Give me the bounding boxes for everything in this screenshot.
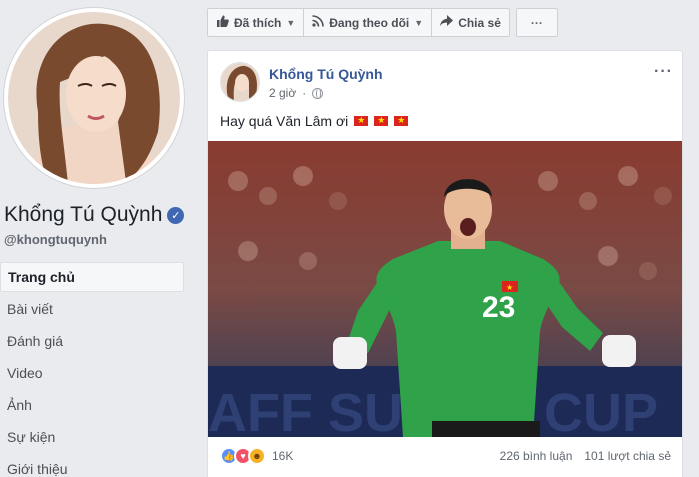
caret-down-icon: ▼ — [414, 17, 424, 28]
nav-item-posts[interactable]: Bài viết — [0, 294, 184, 326]
more-options-button[interactable]: ··· — [515, 8, 558, 37]
nav-item-about[interactable]: Giới thiệu — [0, 454, 184, 477]
jersey-number: 23 — [482, 291, 515, 324]
avatar — [8, 12, 180, 184]
following-button[interactable]: Đang theo dõi ▼ — [304, 8, 433, 37]
post-photo[interactable]: AFF SUZUKI CUP 23 ★ — [208, 141, 682, 437]
dot-separator: · — [302, 86, 307, 100]
vietnam-flag-icon — [354, 113, 369, 127]
share-count[interactable]: 101 lượt chia sẻ — [584, 449, 671, 463]
page-name-text: Khổng Tú Quỳnh — [4, 203, 163, 226]
post-timestamp[interactable]: 2 giờ — [269, 86, 296, 100]
page-nav: Trang chủ Bài viết Đánh giá Video Ảnh Sự… — [0, 262, 184, 477]
thumbs-up-icon — [216, 15, 229, 30]
reactions-summary[interactable]: 👍 ♥ ☻ 16K — [220, 447, 293, 465]
globe-icon[interactable] — [312, 87, 324, 99]
nav-item-reviews[interactable]: Đánh giá — [0, 326, 184, 358]
rss-icon — [312, 15, 325, 30]
post-author-name[interactable]: Khổng Tú Quỳnh — [269, 66, 383, 82]
nav-item-home[interactable]: Trang chủ — [0, 262, 184, 292]
post-stats: 226 bình luận 101 lượt chia sẻ — [500, 449, 671, 463]
svg-text:★: ★ — [506, 283, 513, 292]
reaction-count: 16K — [272, 449, 294, 463]
comment-count[interactable]: 226 bình luận — [500, 449, 573, 463]
following-label: Đang theo dõi — [329, 15, 410, 30]
post-author-avatar[interactable] — [220, 62, 260, 102]
haha-reaction-icon: ☻ — [248, 447, 266, 465]
share-arrow-icon — [440, 15, 454, 30]
nav-item-events[interactable]: Sự kiện — [0, 422, 184, 454]
page-action-bar: Đã thích ▼ Đang theo dõi ▼ Chia sẻ ··· — [207, 8, 558, 37]
share-label: Chia sẻ — [458, 15, 501, 30]
verified-badge-icon: ✓ — [167, 206, 185, 224]
left-column: Khổng Tú Quỳnh ✓ @khongtuquynh Trang chủ… — [0, 0, 195, 477]
profile-picture[interactable] — [4, 8, 184, 188]
page-title[interactable]: Khổng Tú Quỳnh ✓ — [4, 203, 185, 227]
post-options-button[interactable]: ··· — [654, 63, 673, 81]
nav-item-videos[interactable]: Video — [0, 358, 184, 390]
post-text: Hay quá Văn Lâm ơi — [220, 113, 409, 129]
vietnam-flag-icon — [394, 113, 409, 127]
share-button[interactable]: Chia sẻ — [432, 8, 510, 37]
liked-button[interactable]: Đã thích ▼ — [207, 8, 305, 37]
post-message: Hay quá Văn Lâm ơi — [220, 113, 349, 129]
vietnam-flag-icon — [374, 113, 389, 127]
liked-label: Đã thích — [234, 15, 282, 30]
page-handle[interactable]: @khongtuquynh — [4, 232, 107, 247]
post-meta: 2 giờ · — [269, 86, 324, 100]
nav-item-photos[interactable]: Ảnh — [0, 390, 184, 422]
post-card: Khổng Tú Quỳnh 2 giờ · ··· Hay quá Văn L… — [207, 50, 683, 477]
caret-down-icon: ▼ — [286, 17, 296, 28]
